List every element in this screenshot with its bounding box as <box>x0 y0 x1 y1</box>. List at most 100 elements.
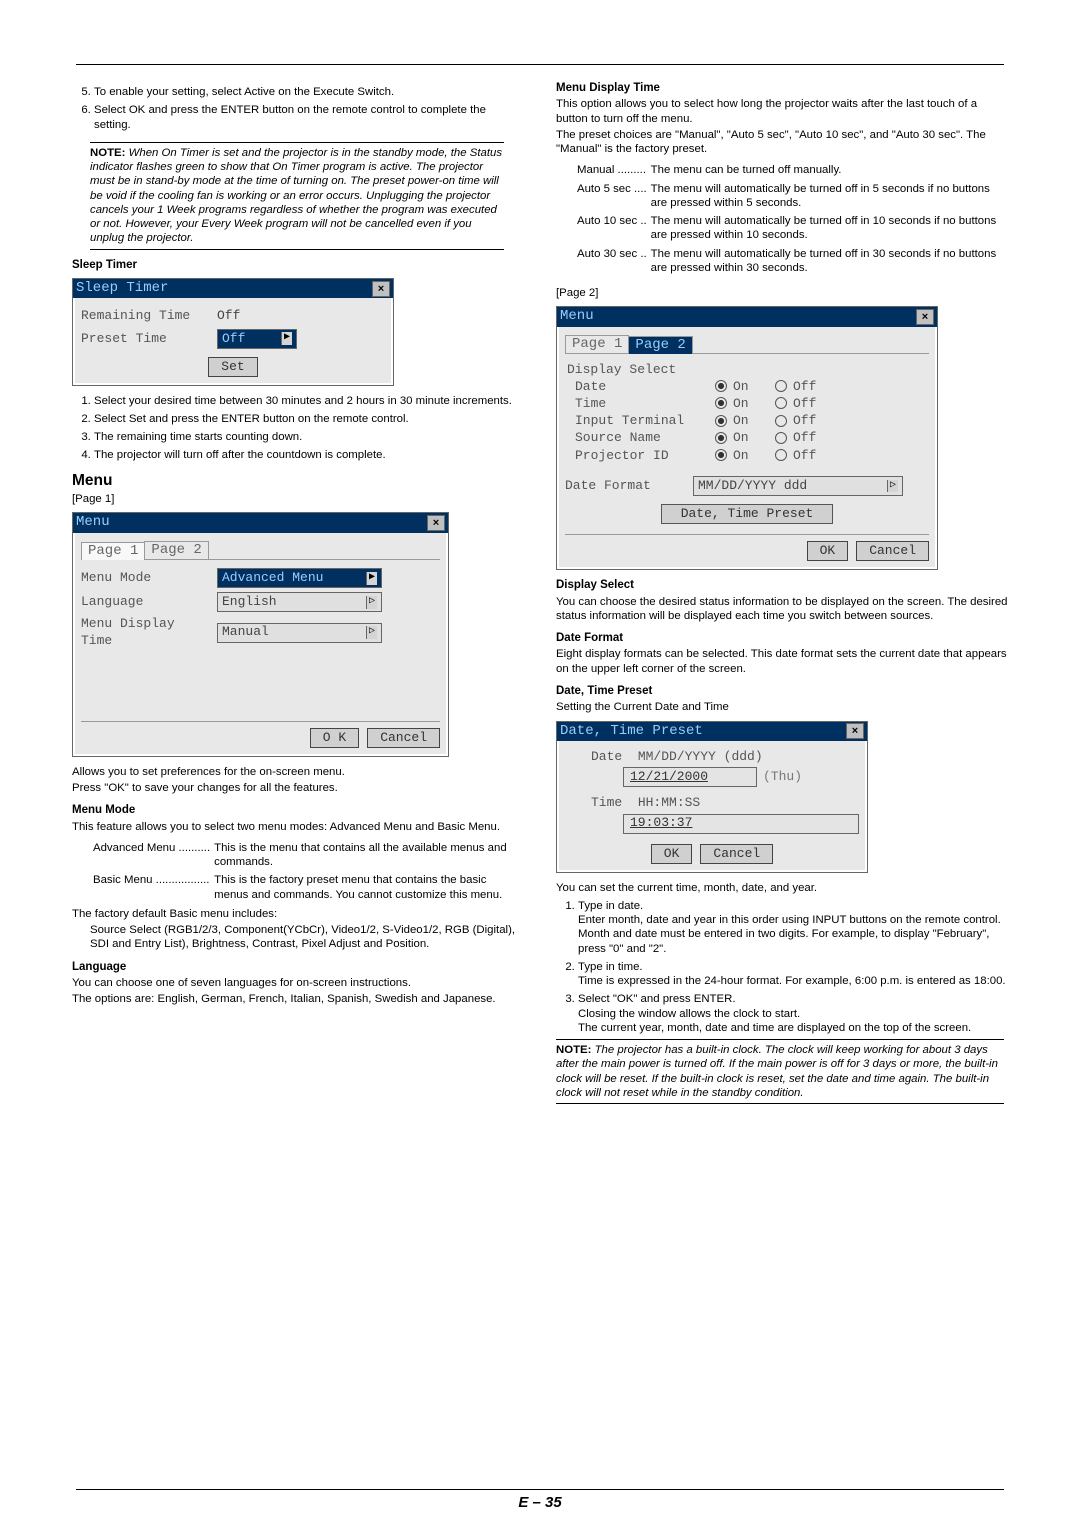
dtp-step-1: Type in date. Enter month, date and year… <box>578 899 1008 956</box>
close-icon[interactable]: × <box>372 281 390 297</box>
timer-note: NOTE: When On Timer is set and the proje… <box>90 142 504 250</box>
date-format-heading: Date Format <box>556 631 1008 645</box>
ok-button[interactable]: OK <box>651 844 693 864</box>
mdt-table: Manual .........The menu can be turned o… <box>574 160 1008 278</box>
radio-off[interactable] <box>775 413 789 429</box>
menu-p2-title: Menu <box>560 308 594 326</box>
radio-off[interactable] <box>775 379 789 395</box>
display-select-radios: Date On Off Time On Off Input Terminal O… <box>575 379 929 464</box>
date-dow: (Thu) <box>763 769 802 785</box>
tab-page2[interactable]: Page 2 <box>144 541 208 560</box>
menu-display-time-combo[interactable]: Manual ▷ <box>217 623 382 643</box>
date-format-combo[interactable]: MM/DD/YYYY ddd ▷ <box>693 476 903 496</box>
close-icon[interactable]: × <box>427 515 445 531</box>
menu-mode-table: Advanced Menu .......... This is the men… <box>90 838 524 905</box>
date-time-preset-button[interactable]: Date, Time Preset <box>661 504 833 524</box>
language-desc-2: The options are: English, German, French… <box>72 992 524 1006</box>
language-label: Language <box>81 594 209 610</box>
cancel-button[interactable]: Cancel <box>700 844 773 864</box>
display-select-label: Display Select <box>567 362 929 378</box>
note-label: NOTE: <box>90 147 125 159</box>
tab-page1[interactable]: Page 1 <box>565 335 629 354</box>
basic-default-list: Source Select (RGB1/2/3, Component(YCbCr… <box>90 923 524 952</box>
mdt-desc-1: This option allows you to select how lon… <box>556 97 1008 126</box>
radio-off[interactable] <box>775 430 789 446</box>
right-column: Menu Display Time This option allows you… <box>556 81 1008 1104</box>
dtp-step-3: Select "OK" and press ENTER. Closing the… <box>578 992 1008 1035</box>
menu-p1-title: Menu <box>76 514 110 532</box>
basic-menu-row: Basic Menu ................. This is the… <box>92 872 522 903</box>
radio-on[interactable] <box>715 396 729 412</box>
sleep-step-4: The projector will turn off after the co… <box>94 448 524 462</box>
sleep-timer-title: Sleep Timer <box>76 280 168 298</box>
radio-on[interactable] <box>715 413 729 429</box>
ok-button[interactable]: OK <box>807 541 849 561</box>
menu-desc-2: Press "OK" to save your changes for all … <box>72 781 524 795</box>
date-input[interactable]: 12/21/2000 <box>623 767 757 787</box>
cancel-button[interactable]: Cancel <box>856 541 929 561</box>
radio-on[interactable] <box>715 448 729 464</box>
clock-note: NOTE: The projector has a built-in clock… <box>556 1039 1004 1104</box>
time-format: HH:MM:SS <box>638 795 700 810</box>
close-icon[interactable]: × <box>846 723 864 739</box>
sleep-step-1: Select your desired time between 30 minu… <box>94 394 524 408</box>
remaining-time-label: Remaining Time <box>81 308 209 324</box>
remaining-time-value: Off <box>217 308 240 324</box>
left-column: To enable your setting, select Active on… <box>72 81 524 1104</box>
menu-mode-label: Menu Mode <box>81 570 209 586</box>
chevron-right-icon: ▷ <box>366 626 377 639</box>
radio-on[interactable] <box>715 430 729 446</box>
ok-button[interactable]: O K <box>310 728 359 748</box>
ui-menu-page2: Menu × Page 1 Page 2 Display Select Date… <box>556 306 938 570</box>
menu-display-time-label: Menu Display Time <box>81 616 209 649</box>
mdt-desc-2: The preset choices are "Manual", "Auto 5… <box>556 128 1008 157</box>
note-label: NOTE: <box>556 1044 591 1056</box>
close-icon[interactable]: × <box>916 309 934 325</box>
dtp-step-2: Type in time. Time is expressed in the 2… <box>578 960 1008 989</box>
radio-off[interactable] <box>775 448 789 464</box>
page2-label: [Page 2] <box>556 286 1008 300</box>
chevron-right-icon: ▷ <box>366 596 377 609</box>
chevron-right-icon: ▶ <box>281 332 292 345</box>
cancel-button[interactable]: Cancel <box>367 728 440 748</box>
page-footer: E – 35 <box>76 1489 1004 1513</box>
date-format-desc: Eight display formats can be selected. T… <box>556 647 1008 676</box>
date-format: MM/DD/YYYY (ddd) <box>638 749 763 764</box>
time-input[interactable]: 19:03:37 <box>623 814 859 834</box>
preset-time-label: Preset Time <box>81 331 209 347</box>
page1-label: [Page 1] <box>72 492 524 506</box>
dtp-title: Date, Time Preset <box>560 723 703 741</box>
date-label: Date <box>591 749 622 764</box>
radio-on[interactable] <box>715 379 729 395</box>
step-6: Select OK and press the ENTER button on … <box>94 103 524 132</box>
advanced-menu-row: Advanced Menu .......... This is the men… <box>92 840 522 871</box>
radio-off[interactable] <box>775 396 789 412</box>
preset-time-combo[interactable]: Off ▶ <box>217 329 297 349</box>
date-time-preset-heading: Date, Time Preset <box>556 684 1008 698</box>
menu-heading: Menu <box>72 471 524 490</box>
language-heading: Language <box>72 960 524 974</box>
ui-date-time-preset: Date, Time Preset × Date MM/DD/YYYY (ddd… <box>556 721 868 873</box>
sleep-step-3: The remaining time starts counting down. <box>94 430 524 444</box>
sleep-timer-heading: Sleep Timer <box>72 258 524 272</box>
top-steps: To enable your setting, select Active on… <box>76 85 524 132</box>
language-combo[interactable]: English ▷ <box>217 592 382 612</box>
menu-mode-combo[interactable]: Advanced Menu ▶ <box>217 568 382 588</box>
date-format-label: Date Format <box>565 478 685 494</box>
basic-default-intro: The factory default Basic menu includes: <box>72 907 524 921</box>
menu-display-time-heading: Menu Display Time <box>556 81 1008 95</box>
chevron-right-icon: ▶ <box>366 572 377 585</box>
language-desc-1: You can choose one of seven languages fo… <box>72 976 524 990</box>
step-5: To enable your setting, select Active on… <box>94 85 524 99</box>
menu-mode-heading: Menu Mode <box>72 803 524 817</box>
sleep-step-2: Select Set and press the ENTER button on… <box>94 412 524 426</box>
menu-mode-desc: This feature allows you to select two me… <box>72 820 524 834</box>
set-button[interactable]: Set <box>208 357 257 377</box>
ui-sleep-timer: Sleep Timer × Remaining Time Off Preset … <box>72 278 394 386</box>
chevron-right-icon: ▷ <box>887 480 898 493</box>
tab-page1[interactable]: Page 1 <box>81 542 145 561</box>
date-time-preset-sub: Setting the Current Date and Time <box>556 700 1008 714</box>
menu-desc-1: Allows you to set preferences for the on… <box>72 765 524 779</box>
tab-page2[interactable]: Page 2 <box>628 336 692 355</box>
dtp-desc: You can set the current time, month, dat… <box>556 881 1008 895</box>
